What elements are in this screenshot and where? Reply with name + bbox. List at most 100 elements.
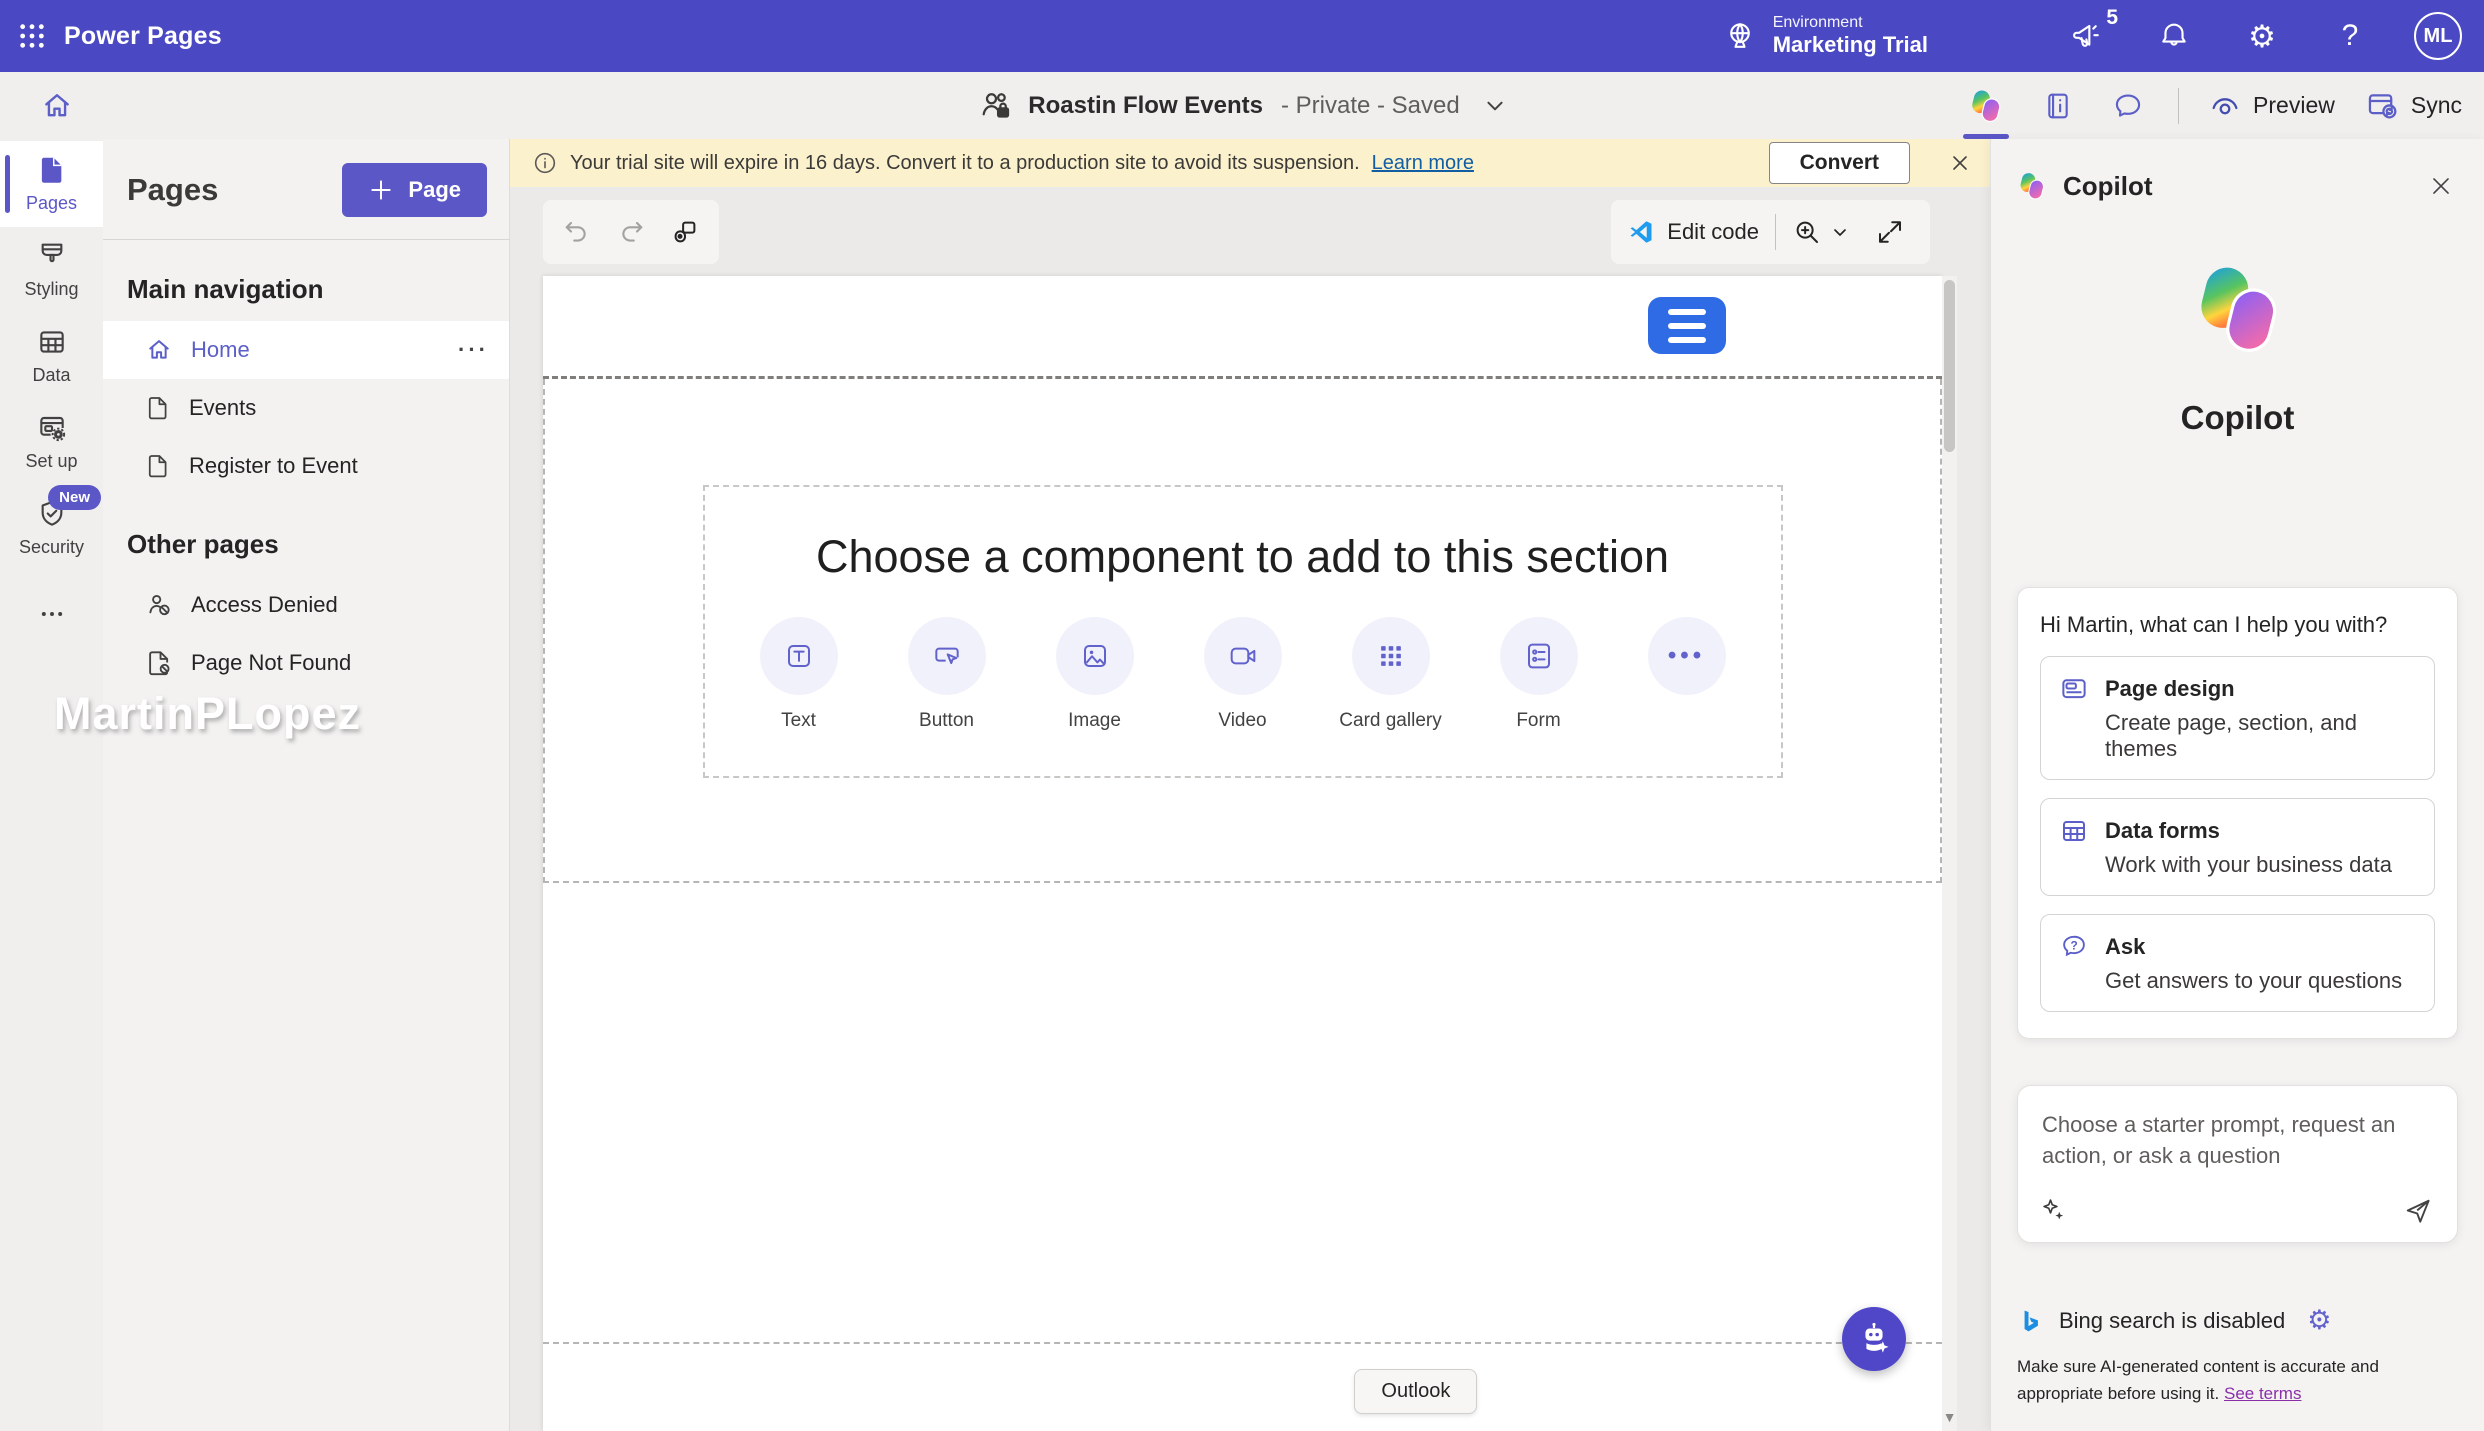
- component-button[interactable]: Button: [906, 617, 988, 732]
- svg-text:?: ?: [2071, 939, 2078, 953]
- canvas-scrollbar[interactable]: ▼: [1942, 276, 1957, 1431]
- convert-button[interactable]: Convert: [1769, 142, 1910, 184]
- page-item-access-denied[interactable]: Access Denied: [103, 576, 509, 634]
- pages-panel: Pages Page Main navigation Home ··· Even…: [103, 139, 510, 1431]
- suggestion-page-design[interactable]: Page design Create page, section, and th…: [2040, 656, 2435, 780]
- environment-picker[interactable]: Environment Marketing Trial: [1723, 13, 1928, 59]
- chatbot-fab[interactable]: [1842, 1307, 1906, 1371]
- copilot-tab[interactable]: [1964, 72, 2008, 139]
- environment-name: Marketing Trial: [1773, 32, 1928, 58]
- edit-code-label: Edit code: [1667, 219, 1759, 245]
- scrollbar-down-arrow[interactable]: ▼: [1942, 1409, 1957, 1425]
- notifications-button[interactable]: [2148, 10, 2200, 62]
- zoom-control[interactable]: [1792, 217, 1850, 247]
- rail-more-button[interactable]: [0, 579, 103, 649]
- edit-code-button[interactable]: Edit code: [1627, 218, 1759, 246]
- page-item-more-button[interactable]: ···: [458, 337, 489, 363]
- settings-button[interactable]: ⚙: [2236, 10, 2288, 62]
- preview-eye-icon: [2209, 90, 2241, 122]
- component-text[interactable]: Text: [758, 617, 840, 732]
- announcements-button[interactable]: 5: [2060, 10, 2112, 62]
- rail-item-setup[interactable]: Set up: [0, 399, 103, 485]
- breadcrumb[interactable]: Roastin Flow Events - Private - Saved: [978, 88, 1505, 124]
- flow-button[interactable]: [661, 208, 709, 256]
- component-more[interactable]: •••: [1646, 617, 1728, 695]
- video-component-icon: [1227, 640, 1259, 672]
- suggestion-ask[interactable]: ? Ask Get answers to your questions: [2040, 914, 2435, 1012]
- waffle-icon: [16, 20, 48, 52]
- plus-icon: [368, 177, 394, 203]
- help-icon: ?: [2342, 19, 2359, 53]
- component-form[interactable]: Form: [1498, 617, 1580, 732]
- outlook-button[interactable]: Outlook: [1354, 1369, 1477, 1414]
- ai-disclaimer: Make sure AI-generated content is accura…: [2017, 1354, 2458, 1407]
- comments-tab[interactable]: [2108, 72, 2148, 139]
- site-toolbar: Roastin Flow Events - Private - Saved Pr…: [0, 72, 2484, 139]
- add-page-button[interactable]: Page: [342, 163, 487, 217]
- undo-button[interactable]: [553, 208, 601, 256]
- page-item-home[interactable]: Home ···: [103, 321, 509, 379]
- redo-icon: [616, 217, 646, 247]
- rail-item-styling[interactable]: Styling: [0, 227, 103, 313]
- rail-item-data[interactable]: Data: [0, 313, 103, 399]
- rail-item-label: Pages: [26, 193, 77, 214]
- flow-icon: [670, 217, 700, 247]
- page-icon: [145, 395, 171, 421]
- site-status: - Private - Saved: [1281, 92, 1460, 120]
- redo-button[interactable]: [607, 208, 655, 256]
- copilot-panel-title: Copilot: [2063, 171, 2153, 202]
- banner-close-button[interactable]: [1948, 151, 1972, 175]
- data-forms-icon: [2059, 816, 2089, 846]
- component-card-gallery[interactable]: Card gallery: [1350, 617, 1432, 732]
- fullscreen-button[interactable]: [1866, 208, 1914, 256]
- send-button[interactable]: [2403, 1196, 2433, 1226]
- component-label: Image: [1068, 710, 1121, 732]
- page-item-register-to-event[interactable]: Register to Event: [103, 437, 509, 495]
- component-video[interactable]: Video: [1202, 617, 1284, 732]
- info-icon: [532, 150, 558, 176]
- hamburger-menu-button[interactable]: [1648, 297, 1726, 354]
- design-canvas: Your trial site will expire in 16 days. …: [510, 139, 1990, 1431]
- see-terms-link[interactable]: See terms: [2224, 1384, 2301, 1403]
- page-section-empty[interactable]: [543, 883, 1942, 1342]
- home-button[interactable]: [40, 72, 74, 139]
- preview-label: Preview: [2253, 92, 2335, 119]
- help-button[interactable]: ?: [2324, 10, 2376, 62]
- sync-label: Sync: [2411, 92, 2462, 119]
- more-components-icon: •••: [1668, 642, 1705, 670]
- chevron-down-icon: [1830, 222, 1850, 242]
- window-gear-icon: [36, 412, 68, 444]
- text-component-icon: [783, 640, 815, 672]
- rail-item-pages[interactable]: Pages: [0, 141, 103, 227]
- page-item-events[interactable]: Events: [103, 379, 509, 437]
- toolbar-divider: [1775, 214, 1776, 250]
- trial-banner-message: Your trial site will expire in 16 days. …: [570, 152, 1360, 175]
- component-image[interactable]: Image: [1054, 617, 1136, 732]
- component-label: Card gallery: [1339, 710, 1441, 732]
- trial-banner: Your trial site will expire in 16 days. …: [510, 139, 1990, 187]
- copilot-close-button[interactable]: [2424, 169, 2458, 203]
- site-name: Roastin Flow Events: [1028, 92, 1263, 120]
- suggestion-description: Get answers to your questions: [2105, 968, 2416, 994]
- prompt-suggestions-button[interactable]: [2040, 1196, 2068, 1224]
- page-preview-area: Choose a component to add to this sectio…: [510, 276, 1990, 1431]
- guide-tab[interactable]: [2038, 72, 2078, 139]
- page-item-page-not-found[interactable]: Page Not Found: [103, 634, 509, 692]
- megaphone-icon: [2070, 20, 2102, 52]
- learn-more-link[interactable]: Learn more: [1372, 152, 1474, 175]
- avatar[interactable]: ML: [2414, 12, 2462, 60]
- copilot-input[interactable]: Choose a starter prompt, request an acti…: [2017, 1085, 2458, 1243]
- rail-item-label: Security: [19, 537, 84, 558]
- waffle-menu-button[interactable]: [0, 0, 64, 72]
- info-book-icon: [2042, 90, 2074, 122]
- suggestion-data-forms[interactable]: Data forms Work with your business data: [2040, 798, 2435, 896]
- other-pages-heading: Other pages: [103, 495, 509, 576]
- page-section[interactable]: Choose a component to add to this sectio…: [543, 379, 1942, 883]
- sync-button[interactable]: Sync: [2365, 89, 2462, 123]
- bing-settings-gear-icon[interactable]: ⚙: [2307, 1307, 2331, 1334]
- preview-button[interactable]: Preview: [2209, 90, 2335, 122]
- rail-item-security[interactable]: New Security: [0, 485, 103, 571]
- scrollbar-thumb[interactable]: [1944, 280, 1955, 452]
- app-top-bar: Power Pages Environment Marketing Trial …: [0, 0, 2484, 72]
- expand-icon: [1875, 217, 1905, 247]
